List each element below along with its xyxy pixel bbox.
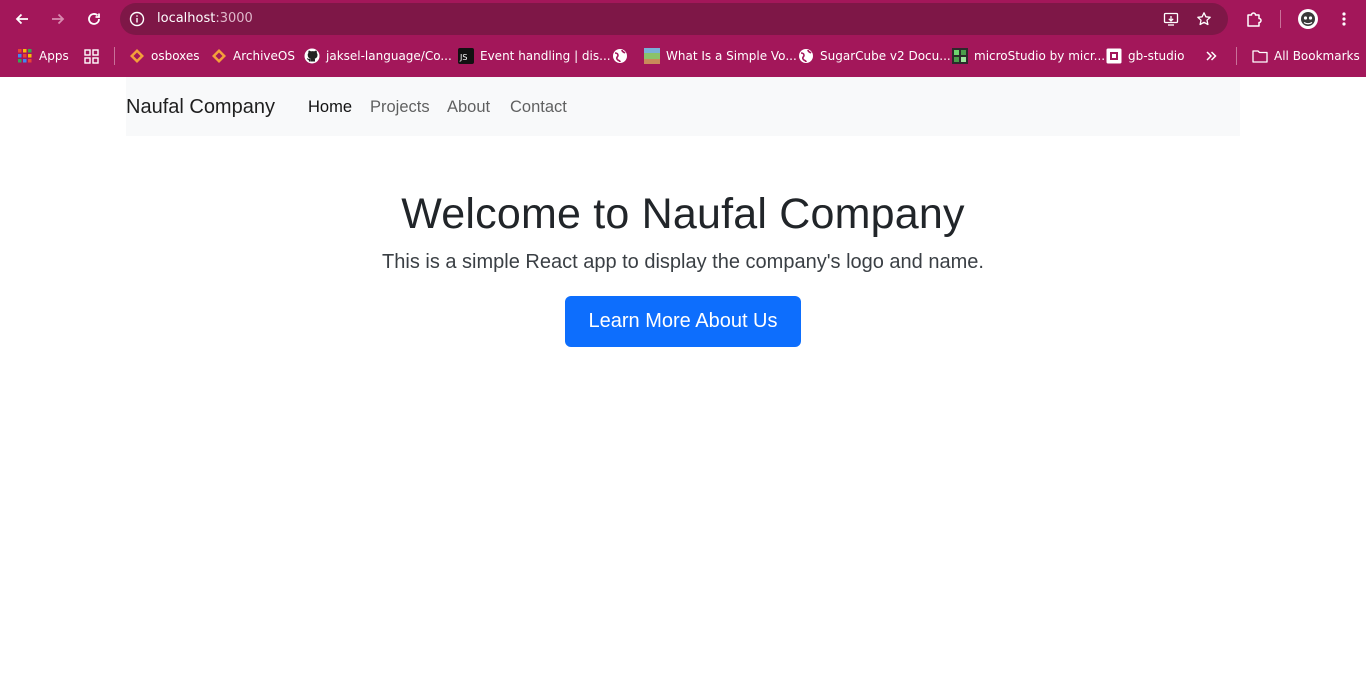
bookmark-label: gb-studio <box>1128 49 1185 63</box>
hero-title: Welcome to Naufal Company <box>401 190 965 238</box>
toolbar-separator <box>1280 10 1281 28</box>
double-chevron-right-icon <box>1203 48 1219 64</box>
bookmark-star-icon[interactable] <box>1196 11 1212 27</box>
nav-link-about[interactable]: About <box>447 77 490 136</box>
bookmark-label: microStudio by micr... <box>974 49 1106 63</box>
nav-link-projects[interactable]: Projects <box>370 77 430 136</box>
bookmark-archiveos[interactable]: ArchiveOS <box>211 42 295 70</box>
bookmark-sugarcube[interactable]: SugarCube v2 Docu... <box>798 42 951 70</box>
globe-icon <box>798 48 814 64</box>
reload-icon <box>88 13 100 25</box>
avatar-icon <box>1298 9 1318 29</box>
nav-link-home[interactable]: Home <box>308 77 352 136</box>
bookmark-event-handling[interactable]: JS Event handling | dis... <box>458 42 611 70</box>
bookmark-label: What Is a Simple Vo... <box>666 49 797 63</box>
reload-button[interactable] <box>82 7 106 31</box>
bookmark-label: SugarCube v2 Docu... <box>820 49 951 63</box>
address-bar[interactable]: localhost:3000 <box>120 3 1228 35</box>
back-button[interactable] <box>10 7 34 31</box>
all-bookmarks-label: All Bookmarks <box>1274 49 1360 63</box>
extensions-button[interactable] <box>1242 7 1266 31</box>
bookmark-gb-studio[interactable]: gb-studio <box>1106 42 1184 70</box>
bookmark-apps[interactable]: Apps <box>17 42 69 70</box>
diamond-icon <box>129 48 145 64</box>
site-navbar: Naufal Company Home Projects About Conta… <box>126 77 1240 136</box>
site-icon <box>644 48 660 64</box>
folder-icon <box>1252 48 1268 64</box>
bookmarks-separator <box>114 47 115 65</box>
learn-more-button[interactable]: Learn More About Us <box>565 296 801 347</box>
install-app-icon[interactable] <box>1163 11 1179 27</box>
diamond-icon <box>211 48 227 64</box>
back-arrow-icon <box>15 13 28 25</box>
bookmark-label: Event handling | dis... <box>480 49 611 63</box>
url-text: localhost:3000 <box>157 11 253 26</box>
bookmark-globe[interactable] <box>612 42 634 70</box>
all-bookmarks-button[interactable]: All Bookmarks <box>1252 42 1360 70</box>
puzzle-icon <box>1247 12 1262 27</box>
gb-studio-icon <box>1106 48 1122 64</box>
navbar-brand[interactable]: Naufal Company <box>126 77 275 136</box>
forward-arrow-icon <box>52 13 65 25</box>
site-info-icon[interactable] <box>129 11 145 27</box>
bookmark-label: osboxes <box>151 49 200 63</box>
nav-link-contact[interactable]: Contact <box>510 77 567 136</box>
hero-subtitle: This is a simple React app to display th… <box>382 251 984 273</box>
bookmark-osboxes[interactable]: osboxes <box>129 42 200 70</box>
bookmarks-bar: Apps osboxes ArchiveOS jaksel-language/C… <box>0 42 1366 70</box>
forward-button[interactable] <box>46 7 70 31</box>
bookmark-simple-vo[interactable]: What Is a Simple Vo... <box>644 42 797 70</box>
svg-text:JS: JS <box>459 53 467 62</box>
bookmark-label: jaksel-language/Co... <box>326 49 452 63</box>
bookmark-label: ArchiveOS <box>233 49 295 63</box>
bookmarks-overflow-button[interactable] <box>1203 42 1225 70</box>
globe-icon <box>612 48 628 64</box>
browser-toolbar: localhost:3000 <box>0 0 1366 38</box>
djs-icon: JS <box>458 48 474 64</box>
bookmark-label: Apps <box>39 49 69 63</box>
bookmarks-separator <box>1236 47 1237 65</box>
bookmark-tab-groups[interactable] <box>83 42 105 70</box>
menu-button[interactable] <box>1332 7 1356 31</box>
profile-button[interactable] <box>1296 7 1320 31</box>
bookmark-microstudio[interactable]: microStudio by micr... <box>952 42 1105 70</box>
apps-grid-icon <box>17 48 33 64</box>
browser-chrome: localhost:3000 Apps osboxes ArchiveOS ja… <box>0 0 1366 77</box>
github-icon <box>304 48 320 64</box>
microstudio-icon <box>952 48 968 64</box>
tab-groups-icon <box>83 48 99 64</box>
kebab-menu-icon <box>1342 12 1346 26</box>
bookmark-jaksel-language[interactable]: jaksel-language/Co... <box>304 42 452 70</box>
